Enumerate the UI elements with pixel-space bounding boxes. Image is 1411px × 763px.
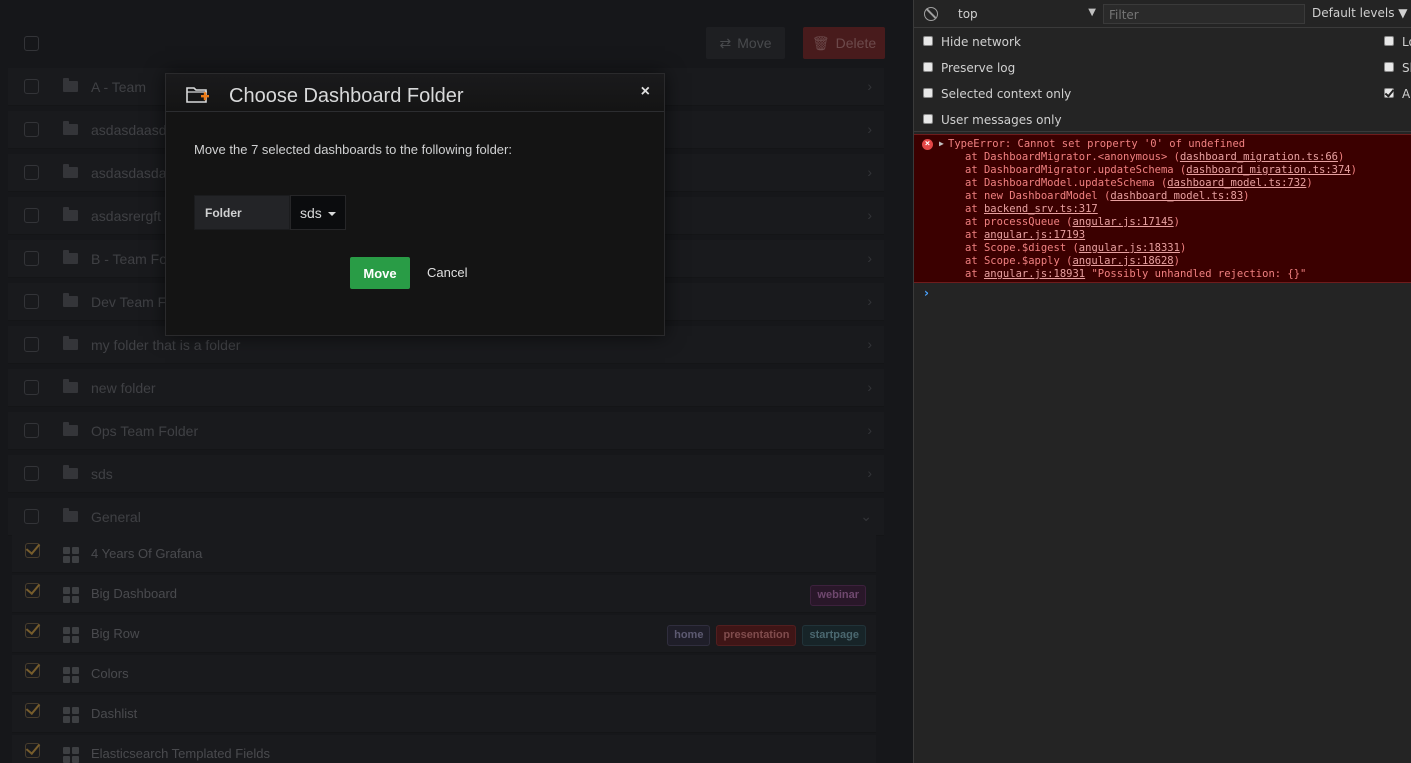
clear-console-icon[interactable] (924, 7, 938, 21)
stack-text: ) (1173, 255, 1180, 267)
stack-text: TypeError: Cannot set property '0' of un… (948, 138, 1246, 150)
checkbox[interactable] (1384, 36, 1394, 46)
stack-text: ) (1179, 242, 1187, 254)
stack-frame: at DashboardMigrator.updateSchema (dashb… (965, 164, 1357, 176)
stack-text: ) (1173, 216, 1180, 228)
stack-text: at Scope.$apply ( (965, 255, 1073, 267)
stack-text: at (965, 229, 984, 241)
option-label: Hide network (941, 35, 1021, 49)
option-right-2[interactable]: Au (1384, 87, 1411, 101)
modal-message: Move the 7 selected dashboards to the fo… (194, 142, 512, 157)
source-link[interactable]: dashboard_model.ts:732 (1167, 177, 1306, 189)
option-label: Preserve log (941, 61, 1016, 75)
modal-header: Choose Dashboard Folder × (166, 74, 664, 112)
stack-text: at DashboardModel.updateSchema ( (965, 177, 1168, 189)
stack-frame: at new DashboardModel (dashboard_model.t… (965, 190, 1250, 202)
modal-cancel-button[interactable]: Cancel (427, 265, 467, 280)
caret-down-icon: ▼ (1088, 7, 1096, 18)
context-select[interactable]: top ▼ (952, 2, 1102, 25)
modal-title: Choose Dashboard Folder (229, 85, 464, 107)
close-icon[interactable]: × (641, 83, 650, 101)
source-link[interactable]: dashboard_migration.ts:66 (1180, 151, 1338, 163)
checkbox[interactable] (923, 114, 933, 124)
stack-frame: at backend_srv.ts:317 (965, 203, 1098, 215)
stack-text: at DashboardMigrator.updateSchema ( (965, 164, 1187, 176)
expand-triangle-icon[interactable]: ▶ (939, 139, 944, 148)
checkbox[interactable] (923, 36, 933, 46)
stack-frame: at Scope.$digest (angular.js:18331) (965, 242, 1186, 254)
caret-down-icon (327, 212, 336, 217)
source-link[interactable]: angular.js:18331 (1079, 242, 1180, 254)
option-preserve-log[interactable]: Preserve log (923, 61, 1016, 75)
error-message-text: TypeError: Cannot set property '0' of un… (948, 138, 1245, 150)
source-link[interactable]: angular.js:18628 (1072, 255, 1173, 267)
option-label: Au (1402, 87, 1411, 101)
option-label: Sh (1402, 61, 1411, 75)
stack-frame: at processQueue (angular.js:17145) (965, 216, 1180, 228)
stack-text: ) (1306, 177, 1313, 189)
folder-select-value: sds (300, 205, 322, 221)
option-hide-network[interactable]: Hide network (923, 35, 1021, 49)
option-right-0[interactable]: Lo (1384, 35, 1411, 49)
stack-text: at Scope.$digest ( (965, 242, 1079, 254)
checkbox[interactable] (923, 88, 933, 98)
grafana-dashboard-manager: ⇄ Move 🗑 Delete A - Team › asdasdaasd › asda… (0, 0, 913, 763)
stack-text: "Possibly unhandled rejection: {}" (1085, 268, 1307, 280)
choose-folder-modal: Choose Dashboard Folder × Move the 7 sel… (165, 73, 665, 336)
stack-text: ) (1350, 164, 1357, 176)
stack-text: ) (1337, 151, 1345, 163)
option-user-messages-only[interactable]: User messages only (923, 113, 1062, 127)
context-value: top (958, 7, 978, 21)
console-error-message: × ▶ TypeError: Cannot set property '0' o… (914, 134, 1411, 283)
stack-text: at new DashboardModel ( (965, 190, 1111, 202)
checkbox[interactable] (1384, 88, 1394, 98)
stack-frame: at Scope.$apply (angular.js:18628) (965, 255, 1180, 267)
source-link[interactable]: angular.js:17193 (984, 229, 1085, 241)
option-label: User messages only (941, 113, 1062, 127)
checkbox[interactable] (923, 62, 933, 72)
source-link[interactable]: angular.js:17145 (1072, 216, 1173, 228)
modal-move-button[interactable]: Move (350, 257, 410, 289)
stack-frame: at angular.js:18931 "Possibly unhandled … (965, 268, 1306, 280)
console-prompt[interactable]: › (924, 286, 929, 300)
stack-text: ) (1243, 190, 1250, 202)
folder-label: Folder (194, 195, 290, 230)
stack-text: at DashboardMigrator.<anonymous> ( (965, 151, 1180, 163)
stack-frame: at DashboardMigrator.<anonymous> (dashbo… (965, 151, 1344, 163)
option-label: Selected context only (941, 87, 1072, 101)
option-label: Lo (1402, 35, 1411, 49)
stack-text: at (965, 268, 984, 280)
source-link[interactable]: backend_srv.ts:317 (984, 203, 1098, 215)
devtools-console-panel: top ▼ Default levels ▼ Hide network Prese… (913, 0, 1411, 763)
checkbox[interactable] (1384, 62, 1394, 72)
option-selected-context-only[interactable]: Selected context only (923, 87, 1072, 101)
folder-select[interactable]: sds (290, 195, 346, 230)
source-link[interactable]: angular.js:18931 (984, 268, 1085, 280)
stack-text: at (965, 203, 984, 215)
source-link[interactable]: dashboard_model.ts:83 (1110, 190, 1243, 202)
source-link[interactable]: dashboard_migration.ts:374 (1186, 164, 1350, 176)
console-options: Hide network Preserve log Selected context… (914, 28, 1411, 132)
console-toolbar: top ▼ Default levels ▼ (914, 0, 1411, 28)
log-levels-select[interactable]: Default levels ▼ (1312, 6, 1408, 20)
stack-frame: at DashboardModel.updateSchema (dashboar… (965, 177, 1313, 189)
stack-frame: at angular.js:17193 (965, 229, 1085, 241)
folder-add-icon (186, 87, 209, 103)
console-filter-input[interactable] (1103, 4, 1305, 24)
option-right-1[interactable]: Sh (1384, 61, 1411, 75)
error-icon: × (922, 139, 933, 150)
stack-text: at processQueue ( (965, 216, 1073, 228)
